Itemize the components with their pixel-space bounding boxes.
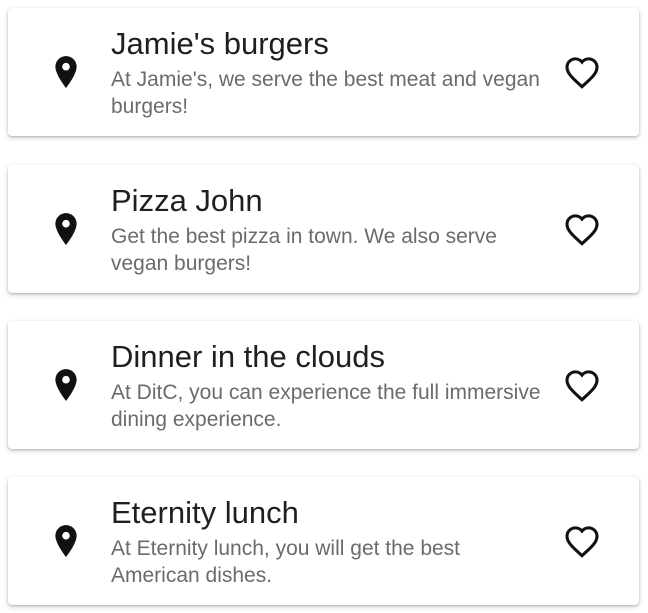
- restaurant-name: Jamie's burgers: [111, 26, 329, 61]
- location-pin-icon: [55, 56, 77, 88]
- restaurant-list: Jamie's burgers At Jamie's, we serve the…: [0, 0, 648, 613]
- heart-outline-icon[interactable]: [563, 524, 601, 558]
- restaurant-name: Pizza John: [111, 183, 263, 218]
- heart-outline-icon[interactable]: [563, 212, 601, 246]
- restaurant-description: At Eternity lunch, you will get the best…: [111, 537, 461, 587]
- location-pin-icon: [55, 369, 77, 401]
- restaurant-name: Dinner in the clouds: [111, 339, 385, 374]
- restaurant-card[interactable]: Eternity lunch At Eternity lunch, you wi…: [8, 477, 639, 605]
- restaurant-card[interactable]: Dinner in the clouds At DitC, you can ex…: [8, 321, 639, 449]
- restaurant-name: Eternity lunch: [111, 495, 299, 530]
- location-pin-icon: [55, 213, 77, 245]
- restaurant-description: Get the best pizza in town. We also serv…: [111, 225, 497, 275]
- restaurant-card[interactable]: Pizza John Get the best pizza in town. W…: [8, 165, 639, 293]
- restaurant-description: At DitC, you can experience the full imm…: [111, 381, 541, 431]
- heart-outline-icon[interactable]: [563, 55, 601, 89]
- location-pin-icon: [55, 525, 77, 557]
- restaurant-card[interactable]: Jamie's burgers At Jamie's, we serve the…: [8, 8, 639, 136]
- heart-outline-icon[interactable]: [563, 368, 601, 402]
- restaurant-description: At Jamie's, we serve the best meat and v…: [111, 68, 540, 118]
